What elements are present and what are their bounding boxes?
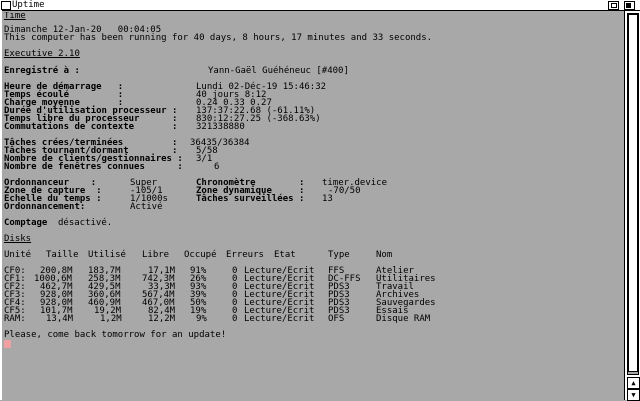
disk-errors: 0 — [232, 314, 238, 324]
watched-tasks-value: 13 — [322, 194, 333, 204]
disk-name: Disque RAM — [376, 314, 431, 324]
disks-header: Disks — [4, 234, 32, 244]
vertical-scrollbar[interactable]: ▲ ▼ — [624, 11, 640, 401]
running-time: This computer has been running for 40 da… — [4, 33, 433, 43]
scroll-up-arrow-icon[interactable]: ▲ — [627, 377, 640, 389]
watched-tasks-label: Tâches surveillées : — [196, 194, 305, 204]
disk-unit: RAM: — [4, 314, 26, 324]
column-header: Utilisé — [88, 250, 126, 260]
scheduling-value: Activé — [130, 202, 163, 212]
windows-label: Nombre de fenêtres connues : — [4, 162, 183, 172]
column-header: Etat — [274, 250, 296, 260]
scroll-down-arrow-icon[interactable]: ▼ — [627, 389, 640, 401]
counting-value: désactivé. — [58, 218, 113, 228]
disk-size: 13,4M — [46, 314, 74, 324]
disk-type: OFS — [328, 314, 345, 324]
registered-value: Yann-Gaël Guéhéneuc [#400] — [208, 66, 349, 76]
registered-label: Enregistré à : — [4, 66, 80, 76]
zoom-gadget-icon[interactable] — [608, 1, 619, 10]
context-switch-value: 321338880 — [196, 122, 245, 132]
disk-state: Lecture/Ecrit — [244, 314, 315, 324]
text-cursor[interactable] — [4, 340, 11, 348]
column-header: Unité — [4, 250, 32, 260]
depth-gadget-icon[interactable] — [624, 1, 635, 10]
disk-free: 12,2M — [148, 314, 176, 324]
window-left-border — [0, 10, 2, 400]
disk-used: 1,2M — [100, 314, 122, 324]
column-header: Libre — [142, 250, 170, 260]
time-header: Time — [4, 12, 26, 21]
footer-message: Please, come back tomorrow for an update… — [4, 330, 227, 340]
executive-header: Executive 2.10 — [4, 49, 80, 59]
output-console[interactable]: Time Dimanche 12-Jan-20 00:04:05 This co… — [4, 12, 620, 398]
context-switch-label: Commutations de contexte : — [4, 122, 178, 132]
column-header: Nom — [376, 250, 393, 260]
scrollbar-knob[interactable] — [628, 14, 638, 372]
disk-occupied: 9% — [196, 314, 207, 324]
column-header: Occupé — [184, 250, 217, 260]
dynamic-zone-value: -70/50 — [328, 186, 361, 196]
close-gadget-icon[interactable] — [1, 1, 11, 10]
counting-label: Comptage — [4, 218, 48, 228]
windows-value: 6 — [214, 162, 220, 172]
clients-value: 3/1 — [196, 154, 213, 164]
window-titlebar[interactable]: Uptime — [0, 0, 640, 11]
column-header: Erreurs — [226, 250, 264, 260]
column-header: Type — [328, 250, 350, 260]
window-title: Uptime — [12, 0, 45, 10]
column-header: Taille — [46, 250, 79, 260]
scheduling-label: Ordonnancement: — [4, 202, 86, 212]
